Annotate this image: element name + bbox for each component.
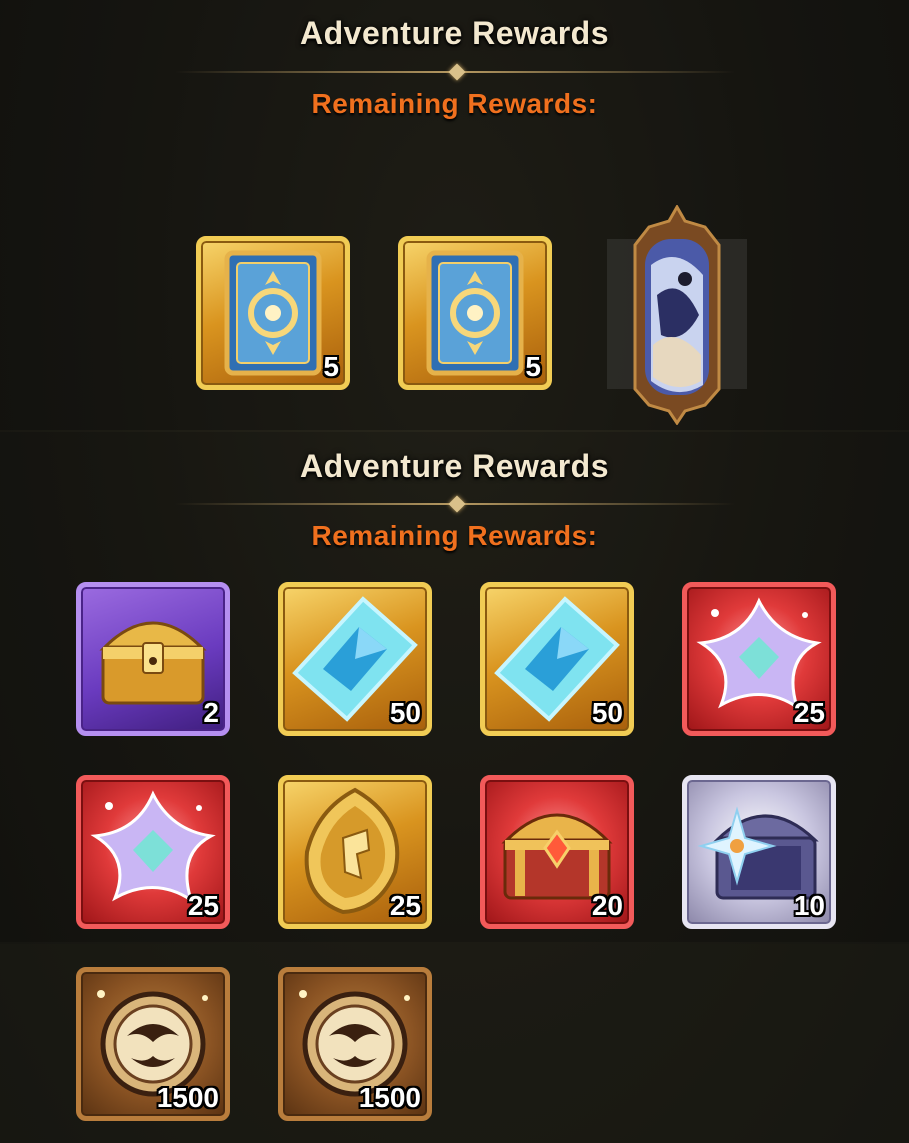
- remaining-rewards-label: Remaining Rewards:: [311, 520, 598, 551]
- reward-quantity: 1500: [156, 1082, 219, 1113]
- reward-item[interactable]: 25: [278, 775, 432, 929]
- reward-quantity: 1500: [358, 1082, 421, 1113]
- hero-portrait-icon: [607, 203, 747, 426]
- reward-quantity: 5: [525, 351, 541, 382]
- reward-quantity: 2: [203, 697, 219, 728]
- remaining-rewards-label: Remaining Rewards:: [311, 88, 598, 119]
- reward-item[interactable]: 2: [76, 582, 230, 736]
- reward-quantity: 10: [793, 890, 825, 921]
- reward-quantity: 25: [389, 890, 421, 921]
- reward-item[interactable]: 5: [398, 236, 552, 390]
- reward-quantity: 50: [389, 697, 421, 728]
- panel-title: Adventure Rewards: [299, 448, 610, 484]
- reward-quantity: 20: [591, 890, 623, 921]
- reward-item[interactable]: 1500: [278, 967, 432, 1121]
- reward-item[interactable]: 25: [76, 775, 230, 929]
- panel-title: Adventure Rewards: [299, 15, 610, 51]
- reward-item[interactable]: 50: [480, 582, 634, 736]
- reward-item[interactable]: 1500: [76, 967, 230, 1121]
- reward-item[interactable]: 20: [480, 775, 634, 929]
- reward-quantity: 50: [591, 697, 623, 728]
- reward-quantity: 25: [793, 697, 825, 728]
- reward-item[interactable]: 25: [682, 582, 836, 736]
- reward-item[interactable]: 5: [196, 236, 350, 390]
- reward-quantity: 25: [187, 890, 219, 921]
- reward-item[interactable]: 10: [682, 775, 836, 929]
- reward-item[interactable]: [605, 203, 750, 426]
- reward-item[interactable]: 50: [278, 582, 432, 736]
- reward-quantity: 5: [323, 351, 339, 382]
